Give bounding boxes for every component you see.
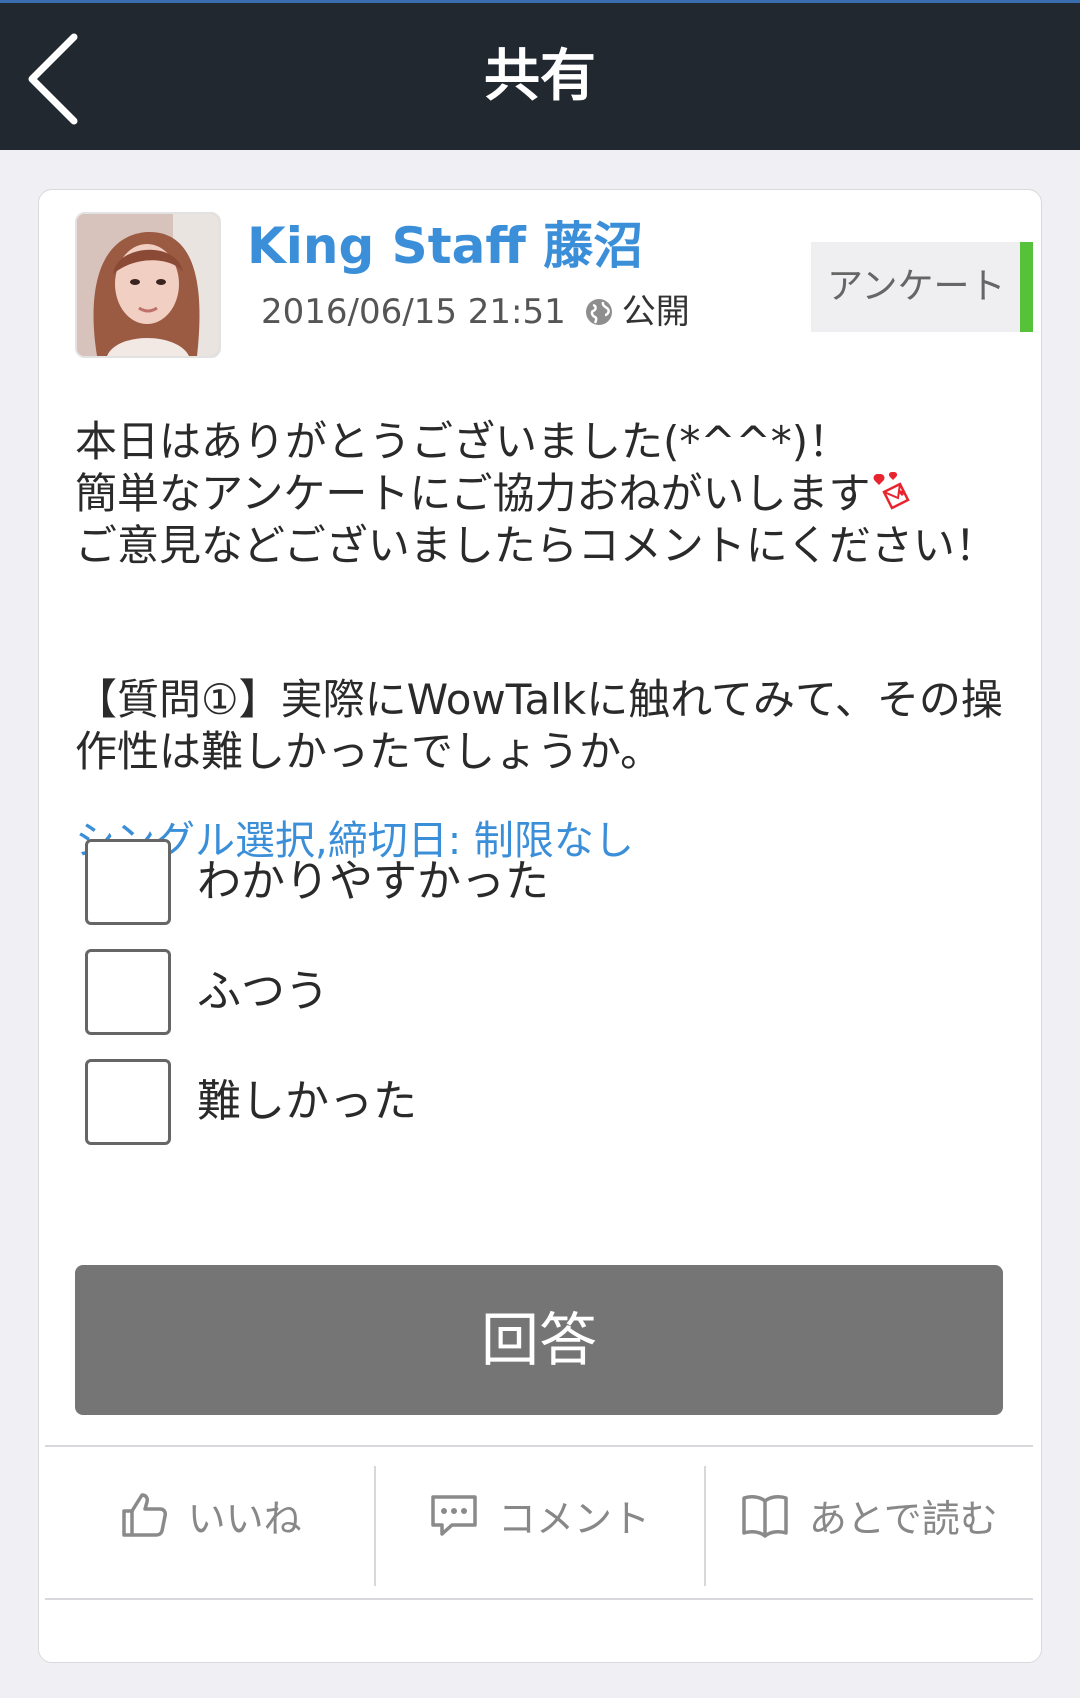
like-button[interactable]: いいね [45,1450,374,1580]
post-card: King Staff 藤沼 2016/06/15 21:51 公開 アンケート … [38,189,1042,1663]
heart-letter-icon [874,472,911,510]
top-bar: 共有 [0,0,1080,150]
option-label: わかりやすかった [197,856,549,907]
body-line: ご意見などございましたらコメントにください！ [75,521,997,570]
thumbs-up-icon [121,1493,167,1537]
page-title: 共有 [484,44,596,109]
like-label: いいね [187,1496,302,1541]
comment-label: コメント [497,1496,650,1541]
avatar-image [77,214,219,356]
post-body: 本日はありがとうございました(*^^*)！ 簡単なアンケートにご協力おねがいしま… [75,416,1020,572]
survey-option[interactable]: わかりやすかった [85,838,965,926]
avatar[interactable] [75,212,221,358]
body-line: 本日はありがとうございました(*^^*)！ [75,417,851,466]
option-checkbox[interactable] [85,1059,171,1145]
read-later-button[interactable]: あとで読む [703,1450,1033,1586]
globe-icon [585,299,612,325]
body-line: 簡単なアンケートにご協力おねがいします [75,468,1020,520]
book-icon [742,1495,788,1538]
survey-option[interactable]: 難しかった [85,1058,965,1146]
visibility-label: 公開 [621,292,690,332]
post-timestamp: 2016/06/15 21:51 [261,292,566,332]
category-tag: アンケート [811,242,1033,332]
option-label: 難しかった [197,1076,417,1127]
option-checkbox[interactable] [85,949,171,1035]
option-label: ふつう [197,966,329,1017]
author-name[interactable]: King Staff 藤沼 [247,214,643,278]
action-bar: いいね コメント あとで読む [45,1450,1033,1586]
post-meta: 2016/06/15 21:51 公開 [261,290,690,334]
comment-button[interactable]: コメント [374,1450,703,1586]
comment-icon [431,1495,477,1536]
option-checkbox[interactable] [85,839,171,925]
body-line-text: 簡単なアンケートにご協力おねがいします [75,469,871,518]
divider [45,1598,1033,1600]
survey-option[interactable]: ふつう [85,948,965,1036]
answer-button[interactable]: 回答 [75,1265,1003,1415]
divider [45,1445,1033,1447]
read-later-label: あとで読む [808,1496,998,1541]
survey-question: 【質問①】実際にWowTalkに触れてみて、その操作性は難しかったでしょうか。 [75,675,1003,776]
